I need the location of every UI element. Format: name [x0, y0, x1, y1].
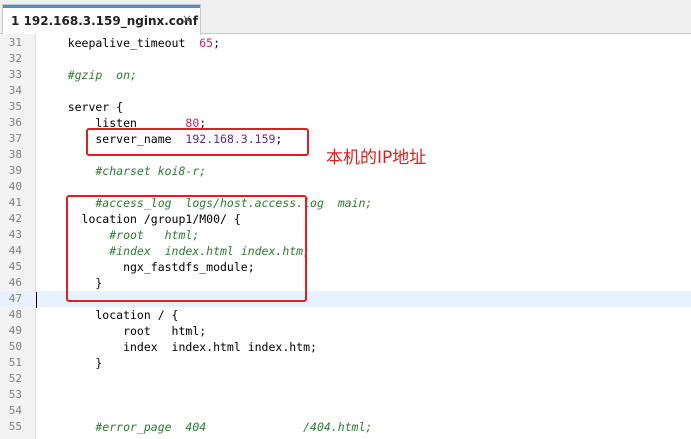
- code-token: ;: [213, 36, 221, 50]
- code-token: #charset koi8-r;: [40, 164, 207, 178]
- code-token: #error_page 404 /404.html;: [40, 420, 373, 434]
- code-line[interactable]: 54: [0, 403, 691, 419]
- line-number: 40: [8, 180, 22, 193]
- code-text: location / {: [40, 307, 178, 323]
- code-text: #error_page 404 /404.html;: [40, 419, 372, 435]
- line-number: 44: [8, 244, 22, 257]
- highlight-box-server-name: [86, 128, 309, 156]
- line-number: 32: [8, 52, 22, 65]
- tab-bar: 1 192.168.3.159_nginx.conf ×: [0, 0, 691, 35]
- code-text: server {: [40, 99, 123, 115]
- code-line[interactable]: 55 #error_page 404 /404.html;: [0, 419, 691, 435]
- line-number: 45: [8, 260, 22, 273]
- line-number: 36: [8, 116, 22, 129]
- line-number: 37: [8, 132, 22, 145]
- code-line[interactable]: 50 index index.html index.htm;: [0, 339, 691, 355]
- code-token: root html;: [40, 324, 207, 338]
- file-tab[interactable]: 1 192.168.3.159_nginx.conf ×: [2, 4, 201, 35]
- line-number: 39: [8, 164, 22, 177]
- code-line[interactable]: 52: [0, 371, 691, 387]
- line-number: 49: [8, 324, 22, 337]
- line-number: 53: [8, 388, 22, 401]
- annotation-label: 本机的IP地址: [326, 148, 427, 168]
- code-text: #gzip on;: [40, 67, 137, 83]
- code-line[interactable]: 53: [0, 387, 691, 403]
- line-number: 55: [8, 420, 22, 433]
- text-cursor: [36, 292, 37, 308]
- highlight-box-location: [66, 195, 307, 302]
- code-token: #gzip on;: [40, 68, 137, 82]
- code-editor[interactable]: 31 keepalive_timeout 65; 32 33 #gzip on; 34…: [0, 34, 691, 439]
- tab-filename: 192.168.3.159_nginx.conf: [23, 14, 198, 28]
- line-number: 50: [8, 340, 22, 353]
- tab-index: 1: [11, 14, 20, 28]
- code-token: server {: [40, 100, 124, 114]
- line-number: 35: [8, 100, 22, 113]
- line-number: 47: [8, 292, 22, 305]
- line-number: 42: [8, 212, 22, 225]
- code-line[interactable]: 31 keepalive_timeout 65;: [0, 35, 691, 51]
- line-number: 54: [8, 404, 22, 417]
- code-line[interactable]: 32: [0, 51, 691, 67]
- line-number: 43: [8, 228, 22, 241]
- code-text: }: [40, 355, 102, 371]
- line-number: 38: [8, 148, 22, 161]
- code-line[interactable]: 48 location / {: [0, 307, 691, 323]
- line-number: 33: [8, 68, 22, 81]
- code-token: 65: [199, 36, 214, 50]
- code-line[interactable]: 40: [0, 179, 691, 195]
- code-token: location / {: [40, 308, 179, 322]
- tab-title: 1 192.168.3.159_nginx.conf: [11, 14, 198, 28]
- line-number: 31: [8, 36, 22, 49]
- code-text: keepalive_timeout 65;: [40, 35, 220, 51]
- tab-active-indicator: [3, 5, 200, 8]
- code-line[interactable]: 51 }: [0, 355, 691, 371]
- line-number: 41: [8, 196, 22, 209]
- code-line[interactable]: 34: [0, 83, 691, 99]
- line-number: 34: [8, 84, 22, 97]
- code-token: index index.html index.htm;: [40, 340, 317, 354]
- code-text: index index.html index.htm;: [40, 339, 317, 355]
- line-number: 48: [8, 308, 22, 321]
- close-icon[interactable]: ×: [182, 12, 192, 26]
- code-line[interactable]: 33 #gzip on;: [0, 67, 691, 83]
- line-number: 46: [8, 276, 22, 289]
- code-text: #charset koi8-r;: [40, 163, 206, 179]
- line-number: 52: [8, 372, 22, 385]
- line-number: 51: [8, 356, 22, 369]
- code-text: root html;: [40, 323, 206, 339]
- code-token: }: [40, 356, 103, 370]
- code-token: keepalive_timeout: [40, 36, 200, 50]
- code-line[interactable]: 49 root html;: [0, 323, 691, 339]
- code-line[interactable]: 35 server {: [0, 99, 691, 115]
